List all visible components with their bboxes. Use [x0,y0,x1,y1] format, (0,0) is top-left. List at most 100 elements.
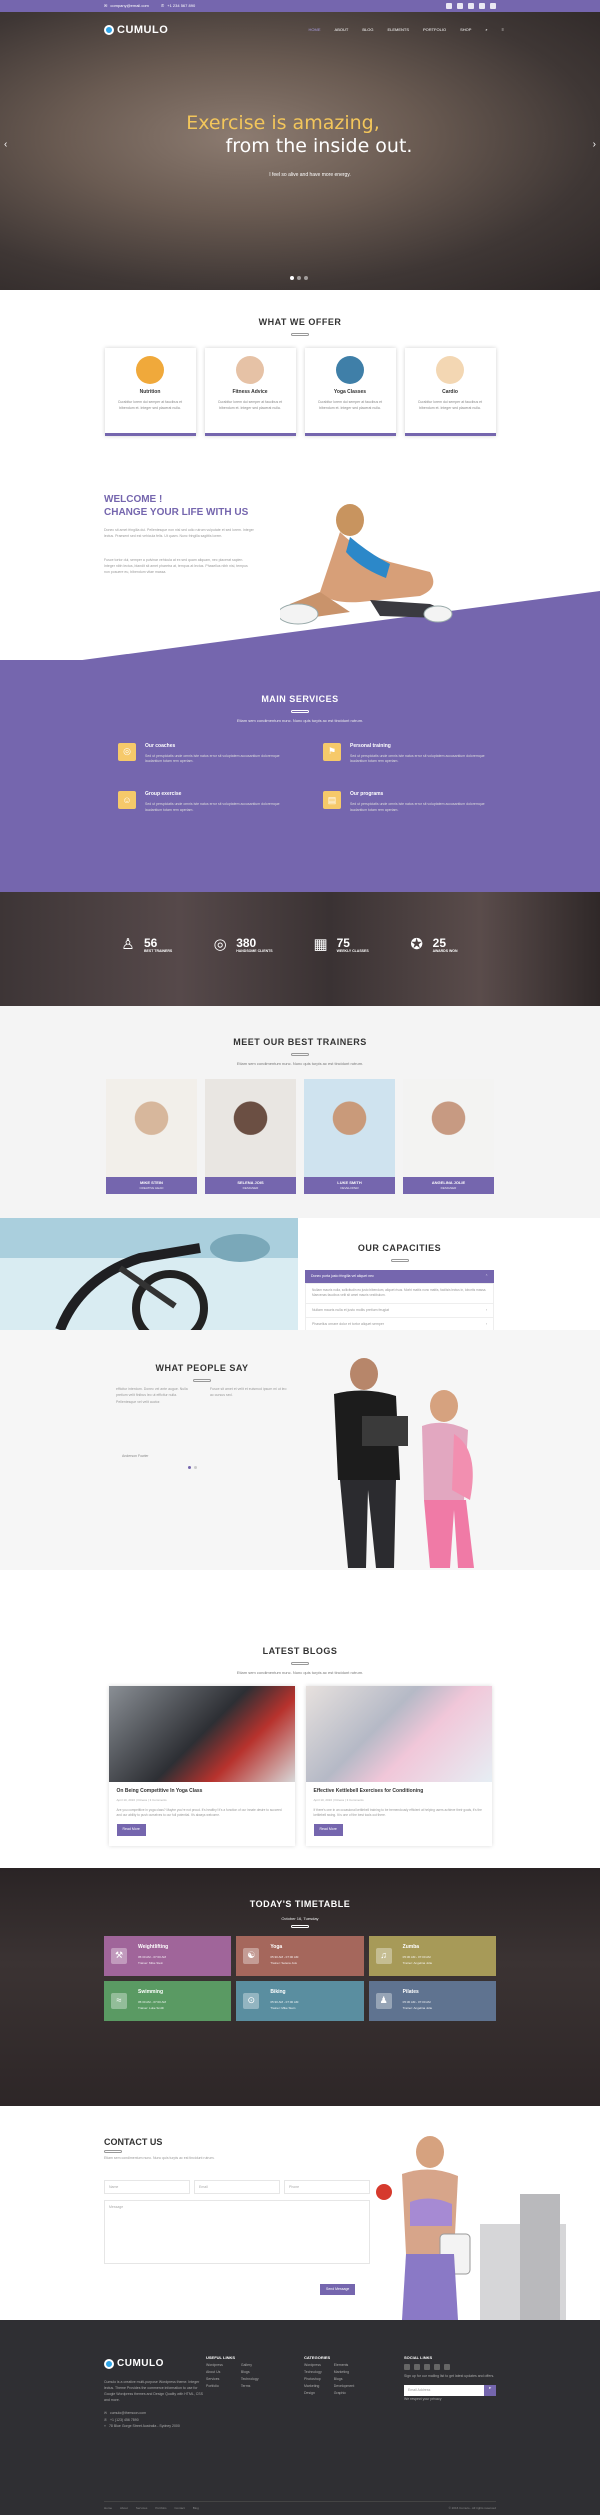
offer-card-yoga[interactable]: Yoga Classes Curabitur lorem dui semper a… [304,347,396,436]
topbar-email[interactable]: ✉ company@email.com [104,3,149,9]
read-more-button[interactable]: Read More [313,1824,343,1836]
blog-post[interactable]: Effective Kettlebell Exercises for Condi… [305,1685,492,1846]
bottom-link[interactable]: Portfolio [155,2506,166,2511]
trainer-card[interactable]: LUKE SMITH DEVELOPER [304,1078,395,1194]
name-field[interactable]: Name [104,2180,190,2194]
cart-icon[interactable] [490,3,496,9]
pinterest-icon[interactable] [479,3,485,9]
accordion-body: Nullam mauris nulla, sollicitudin eu jus… [305,1282,494,1304]
footer-link[interactable]: Wordpress [304,2362,322,2369]
pinterest-icon[interactable] [444,2364,450,2370]
twitter-icon[interactable] [414,2364,420,2370]
spin-bike-image [0,1218,298,1330]
topbar-phone[interactable]: ✆ +1 234 567 890 [161,3,195,9]
send-icon[interactable]: ➤ [484,2384,496,2396]
stat-awards: ✪ 25 AWARDS WON [407,934,457,957]
bottom-link[interactable]: Contact [174,2506,184,2511]
twitter-icon[interactable] [457,3,463,9]
slider-dot[interactable] [188,1466,191,1469]
slider-dot[interactable] [304,276,308,280]
logo-icon [104,2359,114,2369]
facebook-icon[interactable] [446,3,452,9]
trainer-photo [403,1078,494,1177]
class-swimming[interactable]: ≈ Swimming 05:30 AM - 07:00 AM Trainer: Luk… [104,1981,232,2021]
facebook-icon[interactable] [404,2364,410,2370]
class-biking[interactable]: ⊙ Biking 05:30 AM - 07:00 AM Trainer: Mike … [236,1981,364,2021]
footer-address: ⌖ 78 Blue Gorge Street Australia - Sydney… [104,2423,180,2428]
phone-field[interactable]: Phone [284,2180,370,2194]
newsletter-email-input[interactable]: Email Address [404,2384,484,2396]
bottom-link[interactable]: Blog [193,2506,199,2511]
class-weightlifting[interactable]: ⚒ Weightlifting 05:30 AM - 07:00 AM Trainer… [104,1936,232,1976]
testimonial-dots [188,1466,197,1469]
footer-link[interactable]: Gallery [241,2362,259,2369]
slider-dot[interactable] [290,276,294,280]
offer-card-cardio[interactable]: Cardio Curabitur lorem dui semper at fauc… [404,347,496,436]
email-field[interactable]: Email [194,2180,280,2194]
target-icon: ◎ [118,743,136,761]
accordion-header-open[interactable]: Donec porta justo fringilla vel aliquet … [305,1269,494,1283]
footer-link[interactable]: Marketing [304,2383,322,2390]
blog-post[interactable]: On Being Competitive In Yoga Class April… [108,1685,295,1846]
google-plus-icon[interactable] [468,3,474,9]
footer-link[interactable]: Terms [241,2383,259,2390]
timetable-section: TODAY'S TIMETABLE October 16, Tuesday ⚒ W… [0,1868,600,2106]
footer-link[interactable]: Technology [241,2376,259,2383]
nav-home[interactable]: HOME [309,27,321,33]
google-plus-icon[interactable] [424,2364,430,2370]
offer-card-fitness[interactable]: Fitness Advice Curabitur lorem dui semper… [204,347,296,436]
accordion-header[interactable]: Phasellus ornare dolor et tortor aliquet… [305,1317,494,1330]
logo[interactable]: CUMULO [104,22,168,39]
search-icon[interactable]: ⌕ [485,27,487,33]
nav-portfolio[interactable]: PORTFOLIO [423,27,446,33]
class-pilates[interactable]: ♟ Pilates 05:30 AM - 07:00 AM Trainer: Ange… [368,1981,496,2021]
trainer-card[interactable]: SELENA JOIS DESIGNER [205,1078,296,1194]
service-item[interactable]: ☺ Group exercise Sed ut perspiciatis unde … [118,791,293,813]
footer-link[interactable]: Blogs [241,2369,259,2376]
footer-logo[interactable]: CUMULO [104,2354,208,2374]
footer-phone[interactable]: ✆ +1 (123) 456 7890 [104,2417,208,2424]
footer-link[interactable]: Design [304,2390,322,2397]
bottom-link[interactable]: About [120,2506,128,2511]
message-field[interactable]: Message [104,2200,370,2264]
class-yoga[interactable]: ☯ Yoga 05:30 AM - 07:00 AM Trainer: Selena … [236,1936,364,1976]
fitness-icon [236,355,264,384]
footer-link[interactable]: Blogs [334,2376,355,2383]
service-item[interactable]: ▤ Our programs Sed ut perspiciatis unde om… [323,791,498,813]
footer-link[interactable]: Development [334,2383,355,2390]
nav-elements[interactable]: ELEMENTS [387,27,409,33]
footer-link[interactable]: Services [206,2376,223,2383]
accordion-header[interactable]: Nullam mauris nulla et justo mollis pret… [305,1303,494,1318]
footer-link[interactable]: Marketing [334,2369,355,2376]
footer-email[interactable]: ✉ cumulo@themoon.com [104,2410,208,2417]
footer-link[interactable]: Portfolio [206,2383,223,2390]
service-item[interactable]: ⚑ Personal training Sed ut perspiciatis un… [323,743,498,765]
footer-link[interactable]: Graphic [334,2390,355,2397]
nav-about[interactable]: ABOUT [335,27,349,33]
slider-dot[interactable] [194,1466,197,1469]
footer-link[interactable]: Elements [334,2362,355,2369]
bottom-link[interactable]: Home [104,2506,112,2511]
slider-dot[interactable] [297,276,301,280]
bottom-link[interactable]: Services [136,2506,148,2511]
offer-card-nutrition[interactable]: Nutrition Curabitur lorem dui semper at f… [104,347,196,436]
contact-section: CONTACT US Etiam sem condimentum nunc. N… [0,2106,600,2320]
trainer-card[interactable]: MIKE STEIN CREATIVE HEAD [106,1078,197,1194]
footer-link[interactable]: About Us [206,2369,223,2376]
nav-shop[interactable]: SHOP [460,27,471,33]
title-divider [390,1258,409,1262]
trainer-card[interactable]: ANGELINA JOLIE DESIGNER [403,1078,494,1194]
footer-link[interactable]: Wordpress [206,2362,223,2369]
welcome-title: WELCOME ! CHANGE YOUR LIFE WITH US [104,494,249,518]
footer-link[interactable]: Technology [304,2369,322,2376]
linkedin-icon[interactable] [434,2364,440,2370]
menu-icon[interactable]: ≡ [502,27,504,33]
program-icon: ▤ [323,791,341,810]
nutrition-icon [136,355,164,384]
footer-link[interactable]: Photoshop [304,2376,322,2383]
class-zumba[interactable]: ♫ Zumba 05:30 AM - 07:00 AM Trainer: Angeli… [368,1936,496,1976]
nav-blog[interactable]: BLOG [362,27,373,33]
read-more-button[interactable]: Read More [116,1824,146,1836]
send-message-button[interactable]: Send Message [320,2284,356,2296]
service-item[interactable]: ◎ Our coaches Sed ut perspiciatis unde omn… [118,743,293,765]
